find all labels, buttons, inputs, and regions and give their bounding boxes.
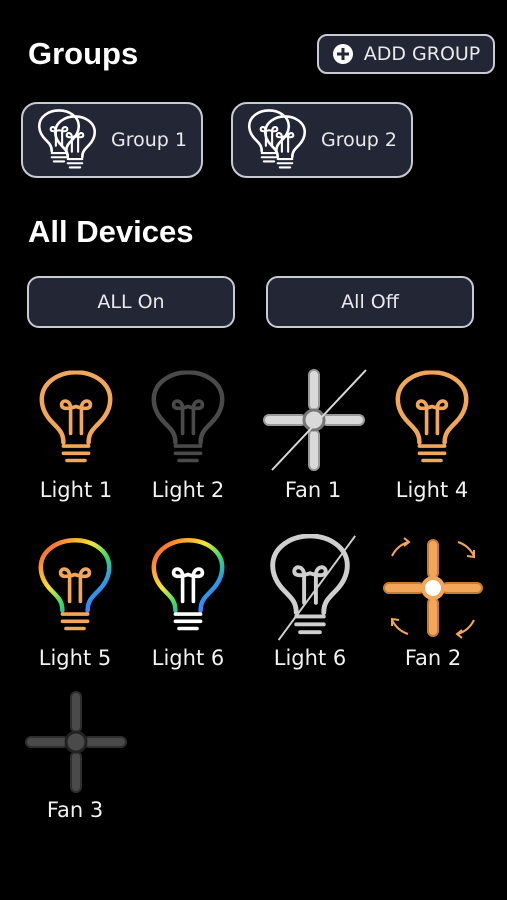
group-label: Group 1 [111,129,187,151]
device-light-6-unavailable[interactable]: Light 6 [250,534,370,670]
fan-off-icon [25,691,127,793]
device-label: Light 2 [151,478,225,502]
light-bulb-unavailable-icon [260,534,356,641]
add-group-button[interactable]: ADD GROUP [317,34,495,74]
light-bulb-off-icon [143,366,233,474]
device-label: Light 4 [395,478,469,502]
plus-circle-icon [332,44,353,64]
light-bulb-on-icon [31,366,121,474]
device-fan-2[interactable]: Fan 2 [373,534,493,670]
groups-title: Groups [28,36,139,71]
group-card-1[interactable]: Group 1 [21,102,203,178]
all-on-button[interactable]: ALL On [27,276,235,328]
group-card-2[interactable]: Group 2 [231,102,413,178]
bulbs-group-icon [247,109,307,169]
fan-spinning-icon [383,537,483,639]
all-off-label: All Off [341,291,399,313]
light-bulb-rgb-icon [151,538,225,631]
device-label: Fan 3 [46,798,104,822]
device-label: Light 6 [151,646,225,670]
add-group-label: ADD GROUP [363,43,481,65]
device-label: Fan 2 [404,646,462,670]
light-bulb-rgb-icon [38,538,112,631]
device-fan-3[interactable]: Fan 3 [15,690,135,822]
all-on-label: ALL On [97,291,165,313]
group-label: Group 2 [321,129,397,151]
device-label: Light 1 [39,478,113,502]
all-off-button[interactable]: All Off [266,276,474,328]
device-label: Light 5 [38,646,112,670]
all-devices-title: All Devices [28,214,194,249]
device-label: Fan 1 [284,478,342,502]
bulbs-group-icon [37,109,97,169]
device-light-4[interactable]: Light 4 [372,366,492,502]
device-light-2[interactable]: Light 2 [128,366,248,502]
device-light-1[interactable]: Light 1 [16,366,136,502]
device-label: Light 6 [273,646,347,670]
device-light-6[interactable]: Light 6 [128,534,248,670]
fan-unavailable-icon [263,369,367,471]
device-fan-1[interactable]: Fan 1 [253,366,373,502]
device-light-5[interactable]: Light 5 [15,534,135,670]
light-bulb-on-icon [387,366,477,474]
